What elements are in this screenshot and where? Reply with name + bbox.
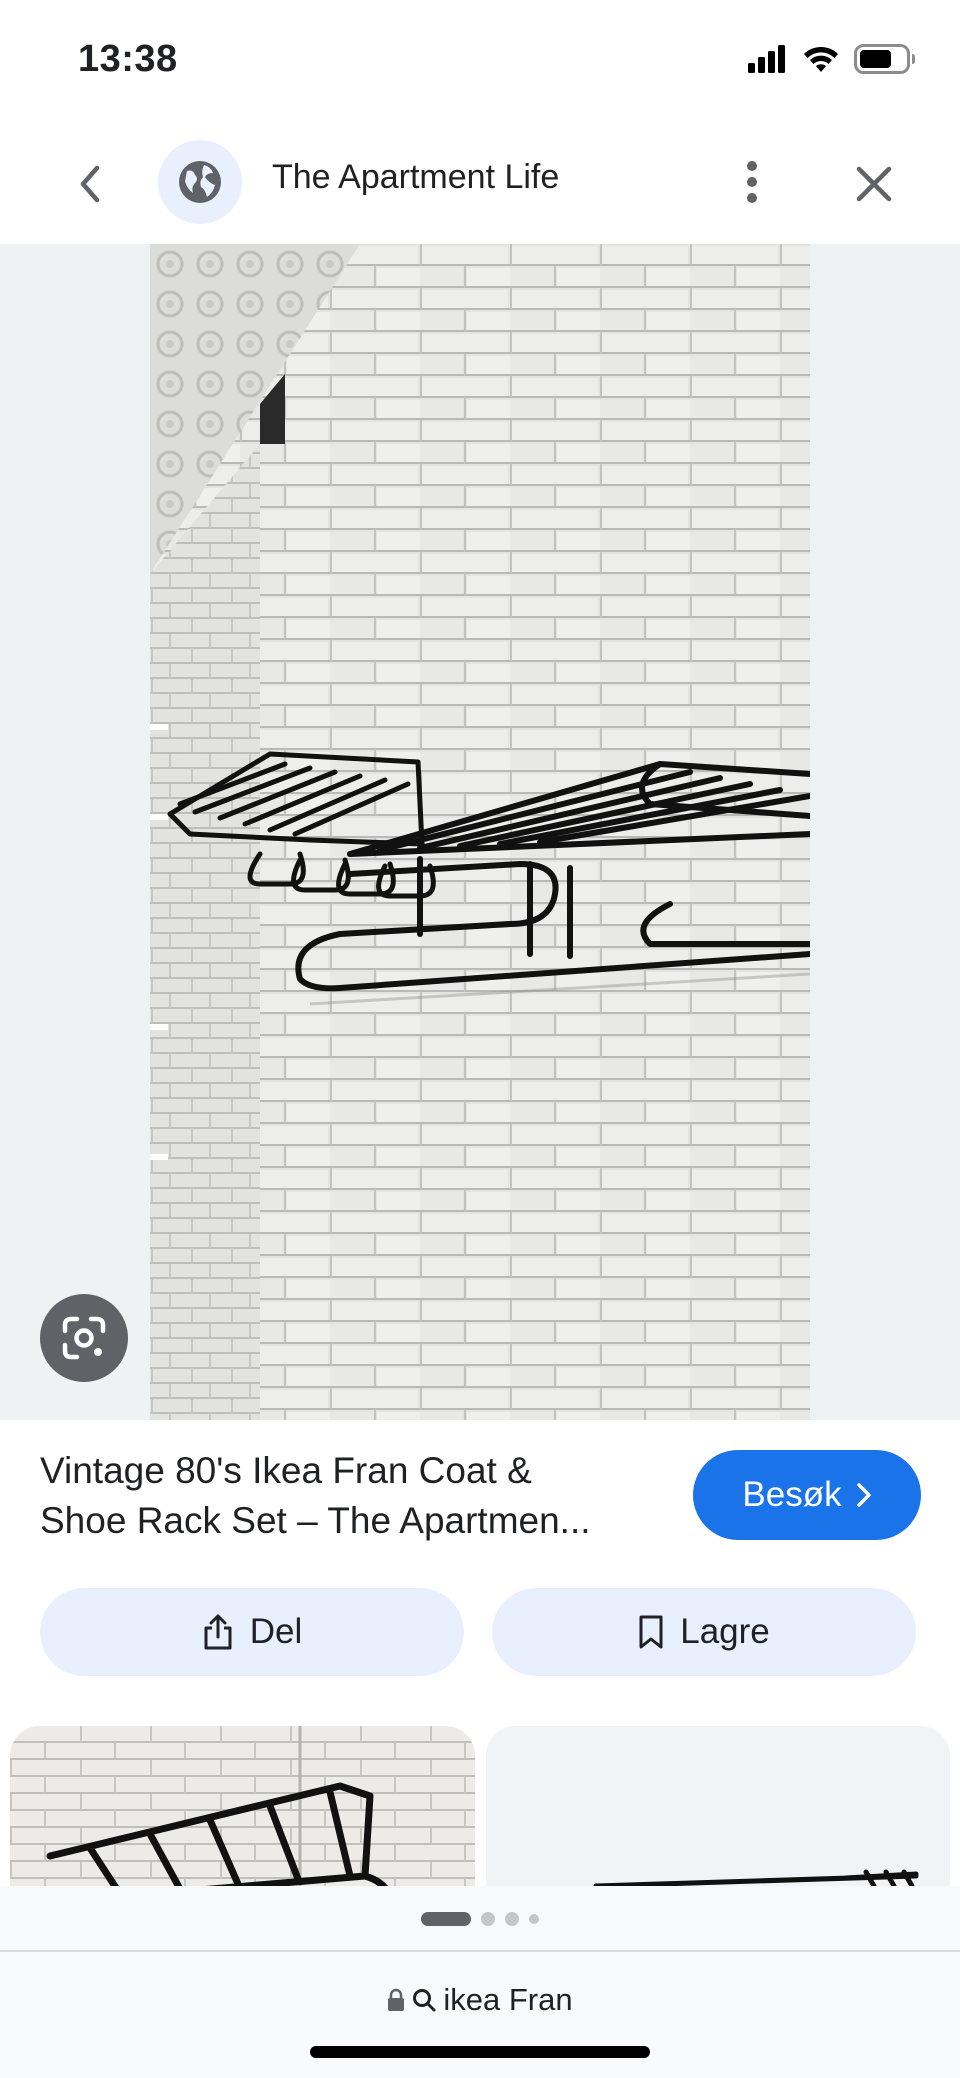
status-time: 13:38 <box>78 38 178 80</box>
pager-dot <box>481 1912 495 1926</box>
address-bar-query: ikea Fran <box>443 1982 573 2017</box>
pager-dot <box>505 1912 519 1926</box>
back-arrow-icon <box>80 165 100 203</box>
related-image-2[interactable] <box>486 1726 950 1886</box>
related-rack-photo-1 <box>10 1726 475 1886</box>
result-image[interactable] <box>150 244 810 1420</box>
back-button[interactable] <box>62 156 118 212</box>
result-title[interactable]: Vintage 80's Ikea Fran Coat & Shoe Rack … <box>40 1446 680 1546</box>
status-icons <box>748 44 916 74</box>
chevron-right-icon <box>856 1483 871 1507</box>
share-icon <box>204 1614 232 1650</box>
more-options-button[interactable] <box>736 150 768 214</box>
bottom-bar: ikea Fran <box>0 1886 960 2078</box>
site-favicon[interactable] <box>158 140 242 224</box>
close-button[interactable] <box>846 156 902 212</box>
image-pager <box>0 1912 960 1926</box>
search-icon <box>413 1989 436 2012</box>
result-title-line-2: Shoe Rack Set – The Apartmen... <box>40 1500 591 1541</box>
related-image-1[interactable] <box>10 1726 475 1886</box>
pager-dot <box>529 1914 539 1924</box>
home-indicator[interactable] <box>310 2046 650 2058</box>
viewer-header: The Apartment Life <box>0 120 960 244</box>
related-rack-photo-2 <box>486 1726 950 1886</box>
coat-rack-photo <box>150 244 810 1420</box>
lens-search-icon <box>62 1316 106 1360</box>
cellular-signal-icon <box>748 45 785 73</box>
globe-icon <box>179 161 221 203</box>
pager-dot <box>421 1912 471 1926</box>
related-images <box>0 1726 960 1886</box>
site-title[interactable]: The Apartment Life <box>272 158 559 197</box>
status-bar: 13:38 <box>0 0 960 120</box>
wifi-icon <box>804 46 838 72</box>
visit-button-label: Besøk <box>742 1475 842 1514</box>
more-vert-icon <box>747 161 757 203</box>
share-button-label: Del <box>249 1612 303 1651</box>
google-lens-button[interactable] <box>40 1294 128 1382</box>
result-title-line-1: Vintage 80's Ikea Fran Coat & <box>40 1450 532 1491</box>
address-bar[interactable]: ikea Fran <box>0 1982 960 2018</box>
bottom-divider <box>0 1950 960 1952</box>
share-button[interactable]: Del <box>40 1588 464 1676</box>
battery-icon <box>854 44 915 74</box>
close-icon <box>856 166 892 202</box>
image-viewer <box>0 244 960 1420</box>
save-button-label: Lagre <box>680 1612 770 1651</box>
visit-button[interactable]: Besøk <box>693 1450 921 1540</box>
save-button[interactable]: Lagre <box>492 1588 916 1676</box>
bookmark-icon <box>639 1615 663 1649</box>
lock-icon <box>388 1988 405 2011</box>
